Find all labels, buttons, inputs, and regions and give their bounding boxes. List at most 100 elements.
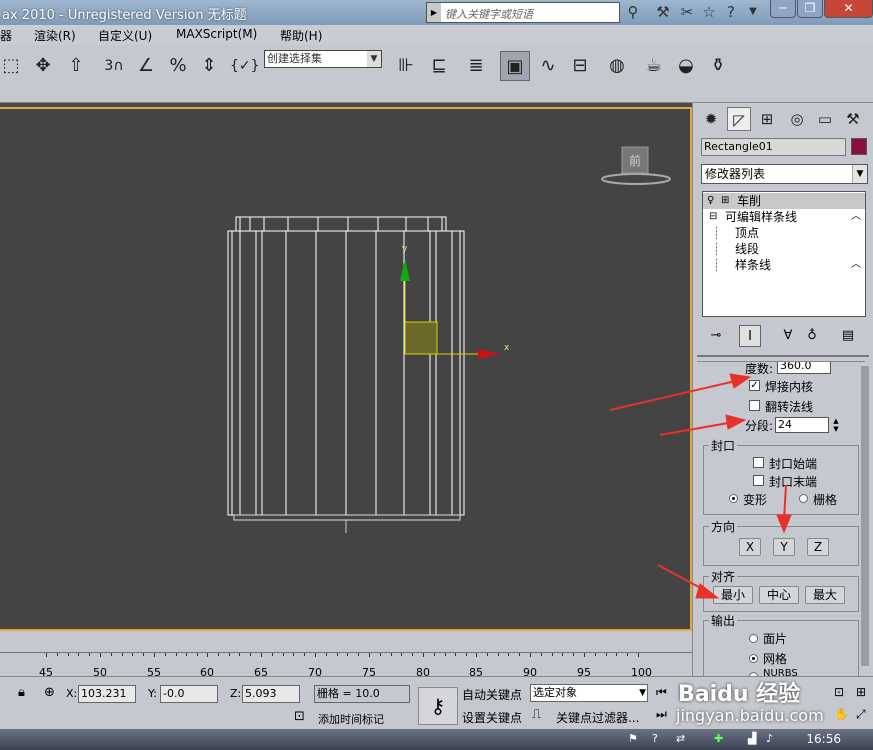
curve-editor-icon[interactable]: ∿ <box>534 51 562 81</box>
select-region-icon[interactable]: ⬚ <box>0 51 22 81</box>
time-tag-icon[interactable]: ⊡ <box>294 709 305 724</box>
front-viewport[interactable]: 前 y x <box>0 107 692 631</box>
zoom-extents-icon[interactable]: ⊡ <box>834 685 844 699</box>
stack-item-lathe[interactable]: ♀ ⊞ 车削 <box>703 193 865 209</box>
tray-flag-icon[interactable]: ⚑ <box>628 732 638 745</box>
collapse-icon[interactable]: ⊟ <box>709 209 717 225</box>
tray-security-icon[interactable]: ✚ <box>714 732 723 745</box>
output-patch-radio[interactable] <box>749 634 758 643</box>
pin-stack-icon[interactable]: ⊸ <box>705 325 727 347</box>
y-coord-field[interactable]: -0.0 <box>160 685 218 703</box>
x-axis-arrow[interactable] <box>478 349 500 359</box>
search-expand-icon[interactable]: ▶ <box>427 3 441 22</box>
stack-item-editable-spline[interactable]: ⊟ 可编辑样条线 ︿ <box>703 209 865 225</box>
binoculars-icon[interactable]: ⚲ <box>622 2 644 22</box>
motion-icon[interactable]: ◎ <box>785 107 809 131</box>
show-end-result-icon[interactable]: Ⅰ <box>739 325 761 347</box>
edit-named-sel-icon[interactable]: {✓} <box>230 51 260 81</box>
layer-icon[interactable]: ≣ <box>462 51 490 81</box>
key-mode-icon[interactable]: ⎍ <box>532 707 541 722</box>
goto-start-icon[interactable]: ⏮ <box>656 685 667 700</box>
render-icon[interactable]: ⚱ <box>704 51 732 81</box>
segments-spinner-arrows-icon[interactable]: ▲ ▼ <box>831 417 841 433</box>
stack-item-spline[interactable]: ┊ 样条线 ︿ <box>703 257 865 273</box>
wrench-icon[interactable]: ⚒ <box>652 2 674 22</box>
modify-icon[interactable]: ◸ <box>727 107 751 131</box>
menu-maxscript[interactable]: MAXScript(M) <box>176 27 257 41</box>
set-keys-key-icon[interactable]: ⚷ <box>418 687 458 725</box>
align-max-button[interactable]: 最大 <box>805 586 845 604</box>
stack-item-vertex[interactable]: ┊ 顶点 <box>703 225 865 241</box>
viewport-canvas[interactable]: 前 y x <box>0 109 690 631</box>
tray-network-status-icon[interactable]: ▟ <box>748 732 756 745</box>
pan-icon[interactable]: ✋ <box>834 707 849 721</box>
tray-network-icon[interactable]: ⇄ <box>676 732 685 745</box>
set-key-button[interactable]: 设置关键点 <box>462 709 522 726</box>
help-dropdown-icon[interactable]: ▼ <box>742 2 764 22</box>
named-selection-set-dropdown[interactable]: 创建选择集 ▼ <box>264 50 382 68</box>
schematic-icon[interactable]: ⊟ <box>566 51 594 81</box>
menu-customize[interactable]: 自定义(U) <box>98 27 152 44</box>
menu-graph-editors[interactable]: 器 <box>0 27 12 44</box>
reference-coord-icon[interactable]: ⇧ <box>62 51 90 81</box>
align-icon[interactable]: ⊑ <box>424 51 454 81</box>
favorites-icon[interactable]: ☆ <box>698 2 720 22</box>
close-button[interactable]: ✕ <box>824 0 873 18</box>
key-filters-button[interactable]: 关键点过滤器... <box>556 709 639 726</box>
minimize-button[interactable]: ─ <box>770 0 796 18</box>
z-coord-field[interactable]: 5.093 <box>242 685 300 703</box>
absolute-mode-icon[interactable]: ⊕ <box>44 685 55 700</box>
scene-explorer-icon[interactable]: ▣ <box>500 51 530 81</box>
make-unique-icon[interactable]: ∀ <box>777 325 799 347</box>
restore-button[interactable]: ❐ <box>797 0 823 18</box>
search-input[interactable]: 键入关键字或短语 <box>445 6 533 22</box>
add-time-tag[interactable]: 添加时间标记 <box>318 711 384 727</box>
auto-key-button[interactable]: 自动关键点 <box>462 686 522 703</box>
timeline-tick <box>207 653 208 657</box>
material-editor-icon[interactable]: ◍ <box>602 51 632 81</box>
selected-dropdown[interactable]: 选定对象 ▼ <box>530 684 648 702</box>
taskbar-clock[interactable]: 16:56 <box>806 732 841 746</box>
create-icon[interactable]: ✹ <box>699 107 723 131</box>
configure-sets-icon[interactable]: ▤ <box>837 325 859 347</box>
expand-icon[interactable]: ⊞ <box>721 193 729 209</box>
tray-help-icon[interactable]: ? <box>652 732 658 745</box>
key-mode-toggle-icon[interactable]: ⏭ <box>656 707 667 722</box>
stack-item-segment[interactable]: ┊ 线段 <box>703 241 865 257</box>
object-color-swatch[interactable] <box>851 138 867 155</box>
remove-modifier-icon[interactable]: ♁ <box>801 325 823 347</box>
tray-volume-icon[interactable]: ♪ <box>766 732 773 745</box>
maximize-viewport-icon[interactable]: ⤢ <box>856 707 866 722</box>
x-coord-field[interactable]: 103.231 <box>78 685 136 703</box>
grid-radio[interactable] <box>799 494 808 503</box>
object-name-field[interactable]: Rectangle01 <box>701 138 846 156</box>
menu-rendering[interactable]: 渲染(R) <box>34 27 76 44</box>
render-frame-icon[interactable]: ◒ <box>672 51 700 81</box>
direction-z-button[interactable]: Z <box>807 538 829 556</box>
lathe-mesh[interactable] <box>227 216 465 533</box>
help-icon[interactable]: ? <box>720 2 742 22</box>
lock-selection-icon[interactable]: 🔒︎ <box>18 685 25 700</box>
display-icon[interactable]: ▭ <box>813 107 837 131</box>
angle-snap-icon[interactable]: ∠ <box>132 51 160 81</box>
menu-help[interactable]: 帮助(H) <box>280 27 322 44</box>
modifier-list-dropdown[interactable]: 修改器列表 ▼ <box>701 164 868 184</box>
panel-scrollbar[interactable] <box>861 366 869 666</box>
timeline-ruler[interactable]: 45 50 55 60 65 70 75 80 85 90 95 100 <box>0 652 692 679</box>
move-icon[interactable]: ✥ <box>30 51 56 81</box>
communication-icon[interactable]: ✂ <box>676 2 698 22</box>
mirror-icon[interactable]: ⊪ <box>392 51 420 81</box>
percent-snap-icon[interactable]: % <box>164 51 192 81</box>
transform-gizmo[interactable]: y x <box>400 244 510 359</box>
output-mesh-radio[interactable] <box>749 654 758 663</box>
lightbulb-icon[interactable]: ♀ <box>707 193 714 209</box>
zoom-all-icon[interactable]: ⊞ <box>856 685 866 699</box>
snap-3d-icon[interactable]: 3∩ <box>100 51 128 81</box>
spinner-snap-icon[interactable]: ⇕ <box>196 51 222 81</box>
viewcube[interactable]: 前 <box>601 146 671 185</box>
utilities-icon[interactable]: ⚒ <box>841 107 865 131</box>
search-box[interactable]: ▶ 键入关键字或短语 <box>426 2 620 23</box>
render-setup-icon[interactable]: ☕ <box>640 51 668 81</box>
hierarchy-icon[interactable]: ⊞ <box>755 107 779 131</box>
y-axis-arrow[interactable] <box>400 259 410 281</box>
